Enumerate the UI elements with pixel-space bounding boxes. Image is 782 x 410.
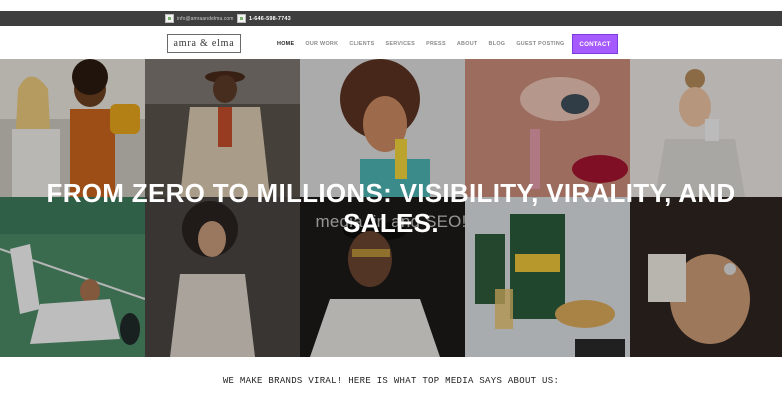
media-tagline: WE MAKE BRANDS VIRAL! HERE IS WHAT TOP M… [222,376,560,386]
nav-item-services[interactable]: SERVICES [386,40,416,48]
hero-title: FROM ZERO TO MILLIONS: VISIBILITY, VIRAL… [0,178,782,238]
phone-contact[interactable]: 1-646-598-7743 [237,13,291,24]
hero-title-line-1: FROM ZERO TO MILLIONS: VISIBILITY, VIRAL… [46,178,736,208]
nav-item-home[interactable]: HOME [277,40,294,48]
contact-button[interactable]: CONTACT [572,34,618,54]
main-nav: HOME OUR WORK CLIENTS SERVICES PRESS ABO… [277,40,576,48]
nav-item-press[interactable]: PRESS [426,40,446,48]
email-text[interactable]: info@amraandelma.com [177,16,234,22]
nav-item-guest-posting[interactable]: GUEST POSTING [516,40,564,48]
nav-item-blog[interactable]: BLOG [489,40,506,48]
nav-item-about[interactable]: ABOUT [457,40,478,48]
broken-image-icon [237,14,246,23]
nav-item-our-work[interactable]: OUR WORK [305,40,338,48]
hero-banner: media, in and SEO! FROM ZERO TO MILLIONS… [0,59,782,357]
top-contact-bar: info@amraandelma.com 1-646-598-7743 [0,0,782,26]
hero-title-line-2: SALES. [343,208,439,238]
phone-text[interactable]: 1-646-598-7743 [249,16,291,22]
logo-text[interactable]: amra & elma [174,38,235,49]
logo[interactable]: amra & elma [167,34,241,53]
nav-item-clients[interactable]: CLIENTS [349,40,374,48]
broken-image-icon [165,14,174,23]
site-header: amra & elma HOME OUR WORK CLIENTS SERVIC… [0,26,782,59]
top-contact-strip: info@amraandelma.com 1-646-598-7743 [0,11,782,26]
email-contact[interactable]: info@amraandelma.com [165,13,234,24]
